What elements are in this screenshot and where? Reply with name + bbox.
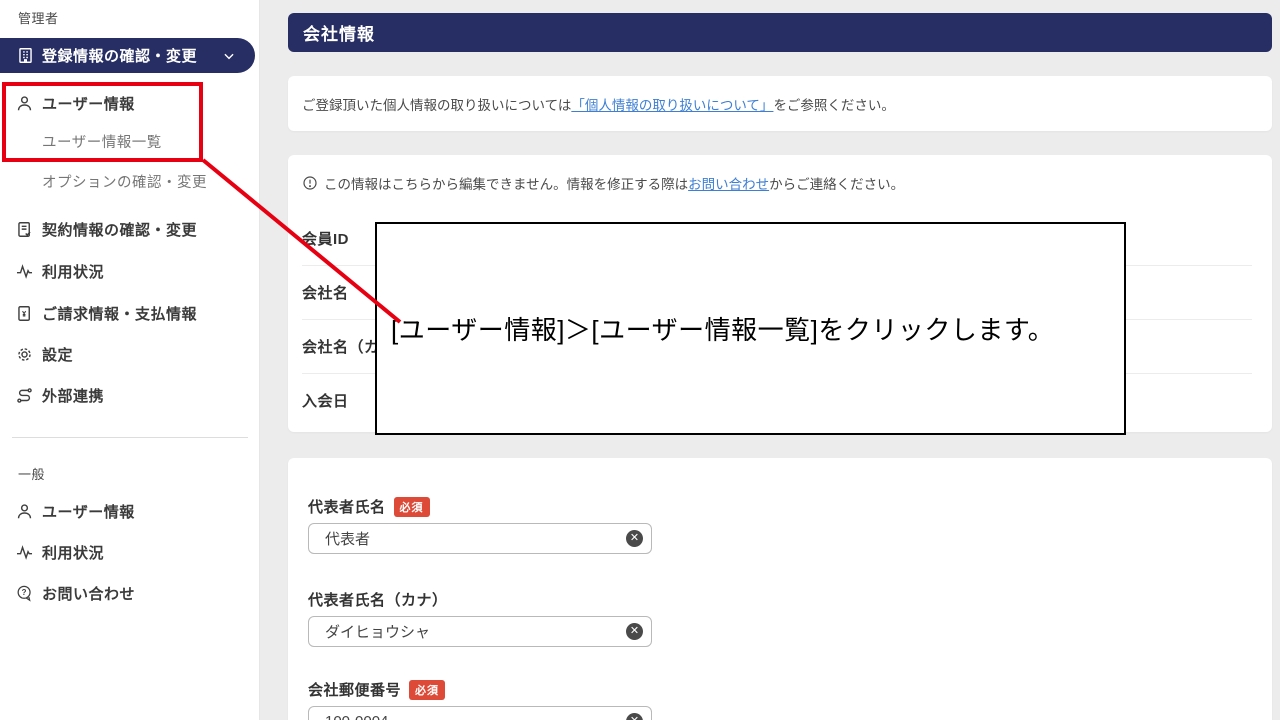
activity-pulse-icon <box>15 262 34 281</box>
field-label: 代表者氏名 <box>308 496 386 517</box>
field-label: 代表者氏名（カナ） <box>308 589 448 610</box>
sidebar-item-external-integration[interactable]: 外部連携 <box>0 380 258 410</box>
contact-link[interactable]: お問い合わせ <box>688 173 769 193</box>
sidebar-item-label: 利用状況 <box>42 542 104 563</box>
sidebar-item-billing-payment[interactable]: ご請求情報・支払情報 <box>0 298 258 328</box>
sidebar-item-label: 利用状況 <box>42 261 104 282</box>
sidebar-divider <box>12 437 248 438</box>
clear-icon[interactable]: ✕ <box>626 530 643 547</box>
sidebar-item-label: ユーザー情報一覧 <box>42 131 162 152</box>
sidebar-item-label: お問い合わせ <box>42 583 135 604</box>
sidebar-item-user-info-list[interactable]: ユーザー情報一覧 <box>0 126 258 156</box>
company-form-card: 代表者氏名 必須 ✕ 代表者氏名（カナ） ✕ 会社郵便番号 必須 ✕ <box>288 458 1272 720</box>
sidebar-item-label: 外部連携 <box>42 385 104 406</box>
building-icon <box>16 46 35 65</box>
sidebar-item-label: ユーザー情報 <box>42 93 135 114</box>
sidebar-item-usage-status[interactable]: 利用状況 <box>0 256 258 286</box>
sidebar-item-label: オプションの確認・変更 <box>42 171 207 192</box>
representative-name-kana-input[interactable] <box>308 616 652 647</box>
field-representative-name-kana: 代表者氏名（カナ） ✕ <box>308 589 652 647</box>
sidebar-item-settings[interactable]: 設定 <box>0 339 258 369</box>
sidebar-section-admin-label: 管理者 <box>18 8 59 27</box>
field-representative-name: 代表者氏名 必須 ✕ <box>308 496 652 554</box>
gear-icon <box>15 345 34 364</box>
clear-icon[interactable]: ✕ <box>626 623 643 640</box>
sidebar-item-option-confirm[interactable]: オプションの確認・変更 <box>0 166 258 196</box>
sidebar-item-registration-info[interactable]: 登録情報の確認・変更 <box>0 38 255 73</box>
sidebar-item-label: 契約情報の確認・変更 <box>42 219 197 240</box>
row-label-member-id: 会員ID <box>302 228 349 249</box>
person-icon <box>15 502 34 521</box>
sidebar-item-contact[interactable]: ? お問い合わせ <box>0 578 258 608</box>
info-icon <box>302 175 318 191</box>
privacy-policy-link[interactable]: 「個人情報の取り扱いについて」 <box>571 98 773 113</box>
privacy-note-text: ご登録頂いた個人情報の取り扱いについては「個人情報の取り扱いについて」をご参照く… <box>302 94 895 114</box>
sidebar-item-contract-info[interactable]: 契約情報の確認・変更 <box>0 214 258 244</box>
integration-route-icon <box>15 386 34 405</box>
sidebar-item-general-usage-status[interactable]: 利用状況 <box>0 537 258 567</box>
page-header: 会社情報 <box>288 13 1272 52</box>
person-icon <box>15 94 34 113</box>
company-postal-code-input[interactable] <box>308 706 652 720</box>
invoice-yen-icon <box>15 304 34 323</box>
sidebar-item-label: 登録情報の確認・変更 <box>42 45 197 66</box>
field-label: 会社郵便番号 <box>308 679 401 700</box>
row-label-company-name: 会社名 <box>302 282 349 303</box>
row-label-join-date: 入会日 <box>302 390 349 411</box>
sidebar-item-user-info[interactable]: ユーザー情報 <box>0 88 258 118</box>
privacy-note-card: ご登録頂いた個人情報の取り扱いについては「個人情報の取り扱いについて」をご参照く… <box>288 76 1272 131</box>
page-title: 会社情報 <box>303 20 375 45</box>
field-company-postal-code: 会社郵便番号 必須 ✕ <box>308 679 652 720</box>
svg-text:?: ? <box>22 588 27 597</box>
sidebar-item-label: 設定 <box>42 344 73 365</box>
chat-question-icon: ? <box>15 584 34 603</box>
representative-name-input[interactable] <box>308 523 652 554</box>
instruction-callout: [ユーザー情報]＞[ユーザー情報一覧]をクリックします。 <box>375 222 1126 435</box>
sidebar-item-label: ご請求情報・支払情報 <box>42 303 197 324</box>
chevron-down-icon <box>222 49 236 63</box>
activity-pulse-icon <box>15 543 34 562</box>
sidebar-item-general-user-info[interactable]: ユーザー情報 <box>0 496 258 526</box>
document-check-icon <box>15 220 34 239</box>
required-badge: 必須 <box>409 680 445 700</box>
instruction-text: [ユーザー情報]＞[ユーザー情報一覧]をクリックします。 <box>391 310 1054 347</box>
required-badge: 必須 <box>394 497 430 517</box>
sidebar: 管理者 登録情報の確認・変更 ユーザー情報 ユーザー情報一覧 オプションの確認・… <box>0 0 260 720</box>
sidebar-item-label: ユーザー情報 <box>42 501 135 522</box>
sidebar-section-general-label: 一般 <box>18 464 45 483</box>
edit-notice: この情報はこちらから編集できません。情報を修正する際はお問い合わせからご連絡くだ… <box>302 173 904 193</box>
